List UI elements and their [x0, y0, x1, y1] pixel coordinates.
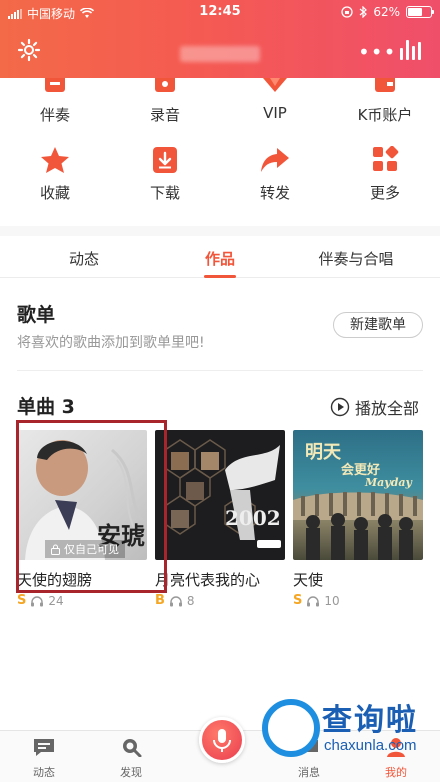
sing-center-icon[interactable] [199, 717, 245, 763]
feature-grid: 伴奏 录音 VIP K币账户 收藏 下载 转发 更多 [0, 78, 440, 226]
blurred-username [180, 46, 260, 62]
nav-label: 动态 [33, 766, 55, 779]
song-meta: S 10 [293, 593, 423, 608]
lock-rotation-icon [341, 6, 353, 18]
watermark-logo: 查询啦 chaxunla.com [260, 693, 430, 765]
microphone-icon [213, 729, 231, 752]
grid-item-download[interactable]: 下载 [110, 146, 220, 203]
grid-item-accompaniment[interactable]: 伴奏 [0, 78, 110, 125]
tab-works[interactable]: 作品 [176, 248, 264, 269]
app-screen: 中国移动 12:45 62% ••• 伴奏 录音 VIP K币账户 收藏 下载 … [0, 0, 440, 782]
song-cover[interactable]: 明天 会更好 Mayday [293, 430, 423, 560]
grid-label: 转发 [259, 184, 290, 202]
microphone-icon [155, 78, 175, 92]
highlight-box [16, 420, 167, 593]
play-all-label: 播放全部 [355, 399, 420, 418]
battery-icon [406, 6, 434, 18]
grid-label: 更多 [369, 184, 400, 202]
grid-item-record[interactable]: 录音 [110, 78, 220, 125]
headphone-icon [307, 595, 320, 606]
song-card[interactable]: 2002 月亮代表我的心 B 8 [155, 430, 285, 608]
play-count: 10 [324, 593, 340, 608]
play-count: 8 [186, 593, 195, 608]
bars-icon[interactable] [400, 40, 422, 60]
song-meta: B 8 [155, 593, 285, 608]
battery-percent: 62% [373, 5, 400, 19]
grid-item-favorites[interactable]: 收藏 [0, 146, 110, 203]
song-name[interactable]: 月亮代表我的心 [155, 569, 285, 590]
status-right: 62% [341, 5, 434, 19]
grid-item-share[interactable]: 转发 [220, 146, 330, 203]
headphone-icon [169, 595, 182, 606]
header: 中国移动 12:45 62% ••• [0, 0, 440, 78]
play-count: 24 [48, 593, 64, 608]
tab-feed[interactable]: 动态 [40, 248, 128, 269]
more-grid-icon [373, 146, 399, 171]
score-badge: B [155, 593, 165, 608]
play-circle-icon [330, 397, 350, 417]
singles-title: 单曲 3 [17, 396, 75, 418]
grid-label: 下载 [149, 184, 180, 202]
nav-feed[interactable]: 动态 [14, 737, 74, 780]
grid-label: 伴奏 [39, 106, 70, 124]
status-bar: 中国移动 12:45 62% [0, 0, 440, 24]
nav-discover[interactable]: 发现 [101, 737, 161, 780]
cover-title: 2002 [225, 506, 281, 530]
bluetooth-icon [359, 6, 368, 18]
cover-title: Mayday [365, 476, 412, 489]
song-meta: S 24 [17, 593, 147, 608]
watermark-search-icon [262, 699, 320, 757]
cover-art: 明天 会更好 [293, 442, 423, 560]
ellipsis-icon[interactable]: ••• [358, 40, 396, 64]
grid-label: 录音 [149, 106, 180, 124]
grid-label: VIP [263, 104, 287, 122]
accompaniment-icon [45, 78, 65, 92]
song-name[interactable]: 天使 [293, 569, 423, 590]
watermark-url: chaxunla.com [324, 737, 417, 754]
discover-search-icon [123, 739, 142, 758]
share-arrow-icon [261, 148, 289, 172]
download-icon [153, 147, 177, 173]
grid-item-kcoin[interactable]: K币账户 [330, 78, 440, 125]
wallet-icon [375, 78, 395, 92]
watermark-title: 查询啦 [322, 703, 418, 738]
grid-label: K币账户 [357, 106, 413, 124]
star-icon [41, 147, 69, 173]
nav-label: 消息 [298, 766, 320, 779]
new-playlist-button[interactable]: 新建歌单 [333, 312, 423, 338]
divider [17, 370, 423, 371]
nav-label: 我的 [385, 766, 407, 779]
tab-accompaniment-chorus[interactable]: 伴奏与合唱 [300, 248, 412, 269]
gear-icon[interactable] [17, 38, 41, 62]
playlist-title: 歌单 [17, 304, 56, 326]
feed-icon [34, 739, 54, 756]
play-all-button[interactable]: 播放全部 [330, 395, 419, 419]
grid-item-vip[interactable]: VIP [220, 78, 330, 122]
grid-item-more[interactable]: 更多 [330, 146, 440, 203]
score-badge: S [17, 593, 27, 608]
svg-text:明天: 明天 [305, 442, 342, 463]
song-cover[interactable]: 2002 [155, 430, 285, 560]
score-badge: S [293, 593, 303, 608]
song-card[interactable]: 明天 会更好 Mayday 天使 S 10 [293, 430, 423, 608]
content-tabs: 动态 作品 伴奏与合唱 [0, 236, 440, 278]
headphone-icon [31, 595, 44, 606]
playlist-subtitle: 将喜欢的歌曲添加到歌单里吧! [17, 335, 205, 351]
cover-art [164, 439, 281, 548]
diamond-icon [263, 78, 287, 92]
nav-label: 发现 [120, 766, 142, 779]
grid-label: 收藏 [39, 184, 70, 202]
